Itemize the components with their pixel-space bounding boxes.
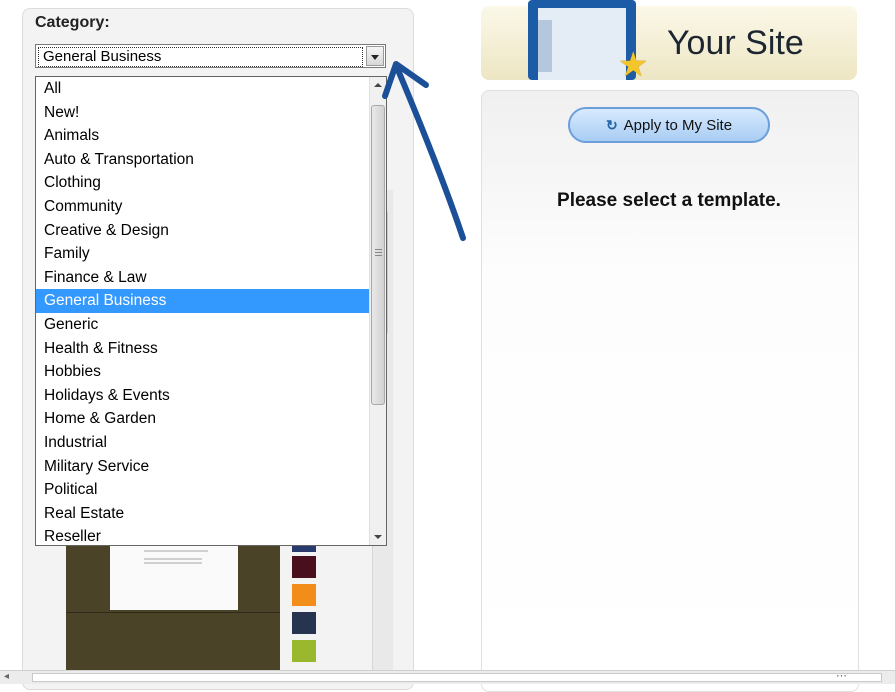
horizontal-scrollbar[interactable]: ◂ ⋯ [0,670,895,684]
grip-icon: ⋯ [836,670,848,682]
annotation-arrow-icon [382,61,466,241]
horizontal-scroll-track[interactable] [32,673,882,682]
scroll-left-arrow-icon[interactable]: ◂ [4,671,9,682]
